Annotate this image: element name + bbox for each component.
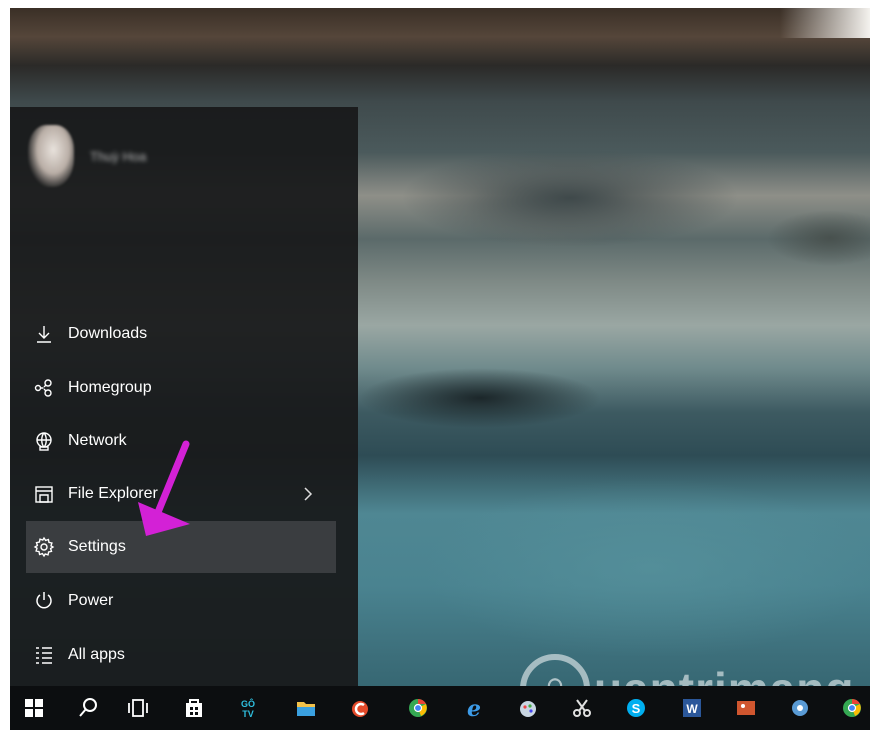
menu-item-all-apps[interactable]: All apps — [26, 629, 336, 681]
app-icon[interactable] — [780, 686, 820, 730]
menu-item-downloads[interactable]: Downloads — [26, 308, 336, 360]
gear-icon — [32, 535, 56, 559]
skype-icon[interactable]: S — [616, 686, 656, 730]
power-icon — [32, 589, 56, 613]
menu-item-label: Downloads — [68, 325, 148, 342]
windows-start-icon[interactable] — [14, 686, 54, 730]
ccleaner-icon[interactable] — [340, 686, 380, 730]
all-apps-icon — [32, 643, 56, 667]
paint-icon[interactable] — [508, 686, 548, 730]
homegroup-icon — [32, 376, 56, 400]
annotation-arrow — [138, 440, 190, 536]
menu-item-power[interactable]: Power — [26, 575, 336, 627]
desktop: Thuỳ Hoa Downloads Homegroup Network Fil… — [10, 8, 870, 730]
chrome-icon[interactable] — [832, 686, 870, 730]
download-icon — [32, 322, 56, 346]
store-icon[interactable] — [174, 686, 214, 730]
task-view-icon[interactable] — [118, 686, 158, 730]
svg-text:W: W — [686, 702, 698, 716]
avatar[interactable] — [28, 125, 74, 187]
svg-text:S: S — [632, 701, 641, 716]
menu-item-label: Power — [68, 592, 114, 609]
sky-area — [780, 8, 870, 38]
start-menu: Thuỳ Hoa Downloads Homegroup Network Fil… — [10, 107, 358, 686]
menu-item-label: Settings — [68, 538, 126, 555]
menu-item-label: All apps — [68, 646, 125, 663]
file-explorer-icon — [32, 482, 56, 506]
edge-icon[interactable]: e — [454, 686, 494, 730]
svg-text:TV: TV — [242, 709, 254, 719]
search-icon[interactable] — [68, 686, 108, 730]
snipping-icon[interactable] — [562, 686, 602, 730]
network-icon — [32, 429, 56, 453]
chrome-icon[interactable] — [398, 686, 438, 730]
user-name[interactable]: Thuỳ Hoa — [90, 149, 146, 164]
explorer-icon[interactable] — [286, 686, 326, 730]
svg-text:GÔ: GÔ — [241, 698, 255, 709]
gotv-icon[interactable]: GÔ TV — [228, 686, 268, 730]
svg-text:e: e — [467, 696, 481, 720]
taskbar: GÔ TV e S W — [10, 686, 870, 730]
menu-item-label: Network — [68, 432, 127, 449]
word-icon[interactable]: W — [672, 686, 712, 730]
menu-item-homegroup[interactable]: Homegroup — [26, 362, 336, 414]
chevron-right-icon[interactable] — [298, 483, 318, 505]
photos-icon[interactable] — [726, 686, 766, 730]
menu-item-label: Homegroup — [68, 379, 152, 396]
